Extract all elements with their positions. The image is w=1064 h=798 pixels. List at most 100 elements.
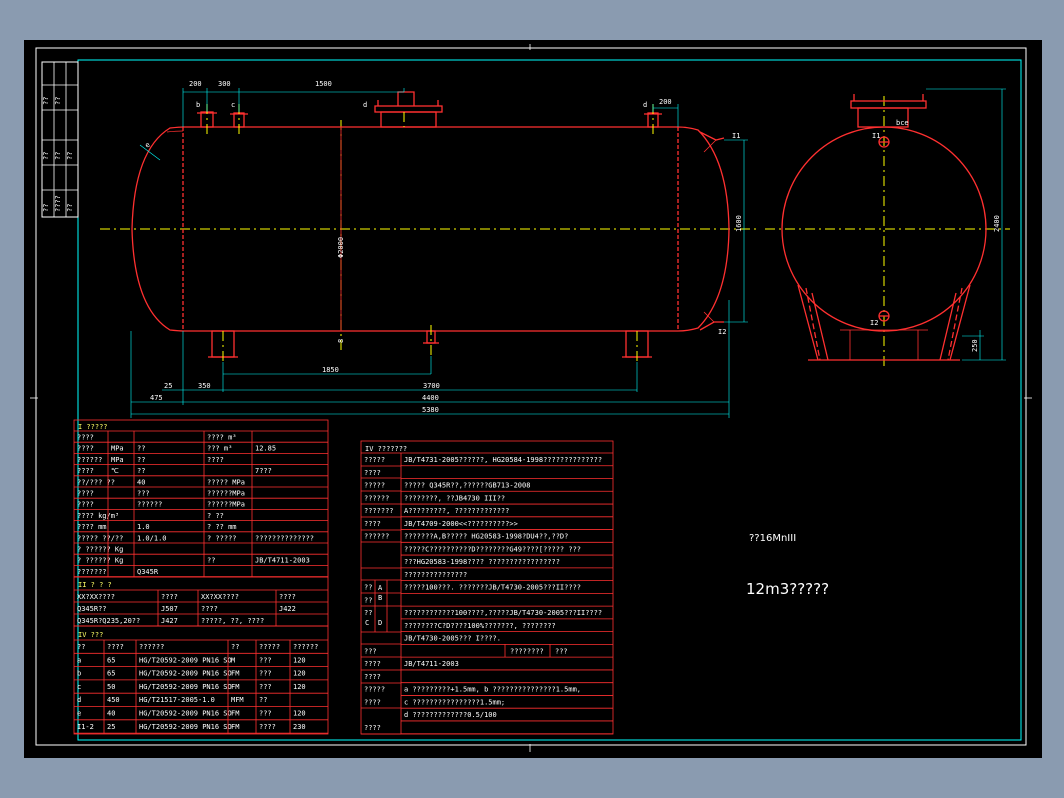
saddle-left <box>208 330 238 362</box>
table-cell: ???? <box>364 673 381 681</box>
table-cell: ??????? <box>364 507 394 515</box>
table-cell: FM <box>231 683 239 691</box>
table-cell: ????????, ??JB4730 III?? <box>404 494 505 502</box>
table-cell: ??? <box>259 683 272 691</box>
left-strip-label: ?? <box>54 97 62 105</box>
nozzle-label: I1 <box>732 132 740 140</box>
table-cell: FM <box>231 710 239 718</box>
table-cell: JB/T4709-2000<<??????????>> <box>404 520 518 528</box>
drawing-sheet: ?? ?? ?? ?? ?? ?? ???? ?? b c d d e I1 I… <box>24 40 1042 758</box>
table-cell: ?????100???. ???????JB/T4730-2005???II??… <box>404 584 581 592</box>
left-strip-label: ?? <box>66 152 74 160</box>
table-cell: HG/T20592-2009 PN16 SO <box>139 670 232 678</box>
table-title: IV ??????? <box>365 445 407 453</box>
table-cell: 230 <box>293 723 306 731</box>
dim-label: 200 <box>659 98 672 106</box>
table-cell: ? ????? <box>207 534 237 542</box>
table-cell: 65 <box>107 656 115 664</box>
table-cell: ???? mm <box>77 523 107 531</box>
table-cell: 65 <box>107 670 115 678</box>
table-cell: ?????? <box>364 533 389 541</box>
table-title: II ? ? ? <box>78 581 112 589</box>
table-cell: 50 <box>107 683 115 691</box>
cad-viewport[interactable]: ?? ?? ?? ?? ?? ?? ???? ?? b c d d e I1 I… <box>0 0 1064 798</box>
table-title: IV ??? <box>78 631 103 639</box>
table-cell: a <box>77 656 81 664</box>
table-cell: ??/??? ?? <box>77 478 115 486</box>
table-cell: d <box>77 696 81 704</box>
table-cell: 1.0/1.0 <box>137 534 167 542</box>
table-cell: ??????MPa <box>207 490 245 498</box>
table-cell: XX?XX???? <box>201 593 239 601</box>
table-cell: ????? <box>364 456 385 464</box>
table-cell: ?????, ??, ???? <box>201 617 264 625</box>
table-cell: ???????A,B????? HG20583-1998?DU4??,??D? <box>404 533 568 541</box>
left-strip-label: ?? <box>66 204 74 212</box>
nozzle-label: I2 <box>718 328 726 336</box>
table-cell: ? ?????? Kg <box>77 557 123 565</box>
table-cell: ????? MPa <box>207 478 245 486</box>
table-cell: ???? <box>161 593 178 601</box>
dim-label: 4400 <box>422 394 439 402</box>
dim-label: 250 <box>971 339 979 352</box>
table-cell: ℃ <box>111 467 119 475</box>
table-cell: ????? <box>364 686 385 694</box>
table-cell: ??? <box>555 647 568 655</box>
table-cell: ??? <box>137 490 150 498</box>
table-cell: ?? <box>207 557 215 565</box>
table-cell: ? ?????? Kg <box>77 546 123 554</box>
table-cell: ???? <box>77 490 94 498</box>
left-strip-label: ?? <box>54 152 62 160</box>
capacity-title: 12m3????? <box>746 580 829 598</box>
table-cell: ??? m³ <box>207 445 232 453</box>
table-cell: J507 <box>161 605 178 613</box>
dim-label: 350 <box>198 382 211 390</box>
table-cell: ???? <box>364 660 381 668</box>
material-note: ??16MnIII <box>749 533 796 544</box>
table-cell: JB/T4711-2003 <box>404 660 459 668</box>
table-cell: MFM <box>231 696 244 704</box>
table-cell: ???? <box>279 593 296 601</box>
table-cell: ??????????????? <box>404 571 467 579</box>
table-cell: a ?????????+1.5mm, b ???????????????1.5m… <box>404 686 581 694</box>
dim-label: 8 <box>337 339 345 343</box>
table-cell: ???? <box>207 456 224 464</box>
table-cell: ?? <box>137 467 145 475</box>
left-strip-label: ???? <box>54 195 62 212</box>
table-header-cell: ????? <box>259 643 280 651</box>
table-cell: ???? <box>77 445 94 453</box>
table-cell: ???? m³ <box>207 434 237 442</box>
dim-label: 1850 <box>322 366 339 374</box>
table-cell: ??????? <box>77 568 107 576</box>
table-cell: B <box>378 594 382 602</box>
table-cell: ???? <box>364 469 381 477</box>
table-cell: ???? <box>364 520 381 528</box>
table-cell: ? ?? <box>207 512 224 520</box>
table-cell: Q345R <box>137 568 159 576</box>
table-header-cell: ?? <box>231 643 239 651</box>
table-cell: HG/T20592-2009 PN16 SO <box>139 710 232 718</box>
nozzle-label: c <box>231 101 235 109</box>
table-cell: A?????????, ????????????? <box>404 507 509 515</box>
nozzle-label: b <box>196 101 200 109</box>
table-cell: b <box>77 670 81 678</box>
dim-label: 2400 <box>993 215 1001 232</box>
table-cell: 120 <box>293 656 306 664</box>
table-cell: ?? <box>259 696 267 704</box>
nozzle-label: bce <box>896 119 909 127</box>
table-cell: 25 <box>107 723 115 731</box>
dim-label: 5380 <box>422 406 439 414</box>
table-cell: M <box>231 656 235 664</box>
table-cell: ????? ??/?? <box>77 534 123 542</box>
table-cell: ?????????????? <box>255 534 314 542</box>
left-strip-label: ?? <box>42 152 50 160</box>
left-strip-label: ?? <box>42 97 50 105</box>
table-cell: ???? <box>77 467 94 475</box>
table-cell: FM <box>231 670 239 678</box>
table-cell: ????????????100????,?????JB/T4730-2005??… <box>404 609 602 617</box>
table-cell: ???? <box>77 501 94 509</box>
table-cell: ???? <box>364 724 381 732</box>
table-cell: Q345R?? <box>77 605 107 613</box>
table-cell: 1.0 <box>137 523 150 531</box>
table-cell: ???? <box>201 605 218 613</box>
